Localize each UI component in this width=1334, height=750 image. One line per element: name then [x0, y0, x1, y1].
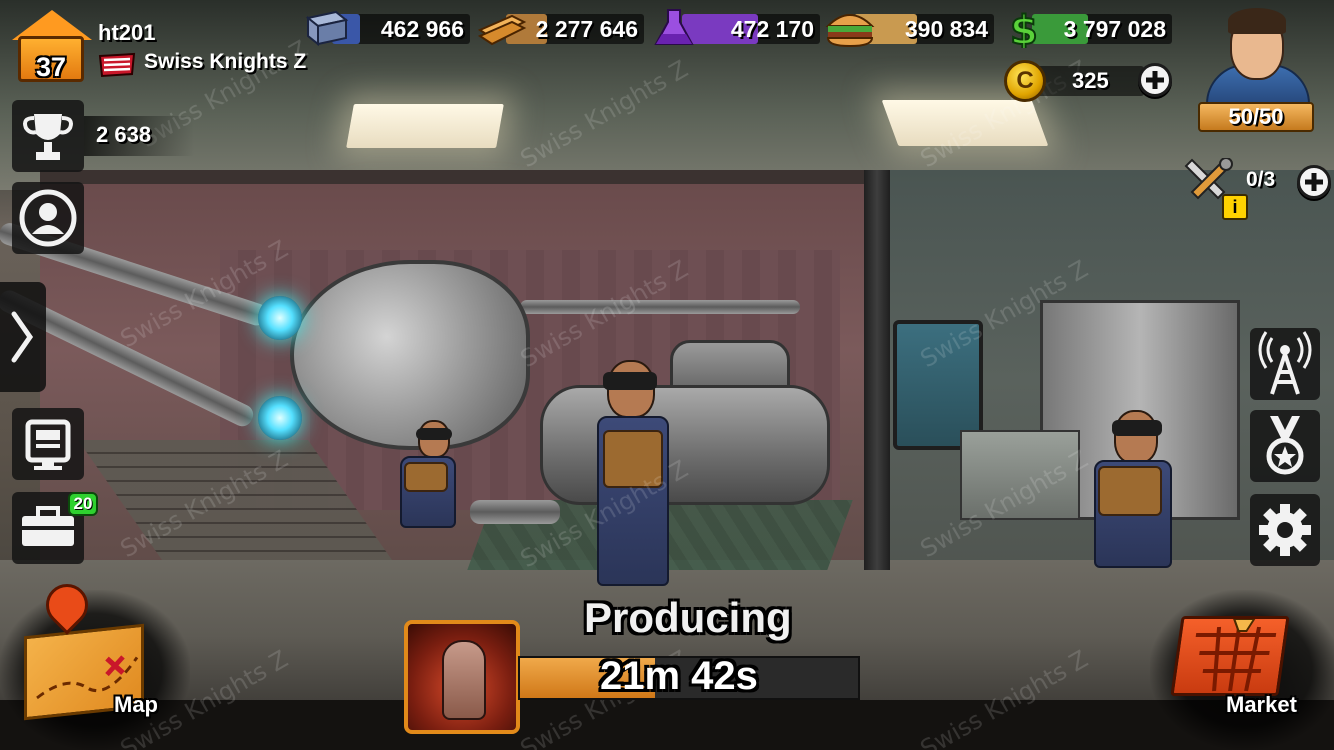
pipe — [470, 500, 560, 524]
production-timer: 21m 42s — [600, 654, 758, 698]
market-label: Market — [1226, 692, 1297, 717]
builders-indicator[interactable]: i 0/3 — [1178, 157, 1318, 220]
worker-sweeping[interactable] — [585, 360, 685, 590]
profile-button[interactable] — [12, 182, 84, 254]
bottom-bar — [0, 700, 1334, 750]
energy-meter: 50/50 — [1198, 102, 1314, 132]
support-pillar — [864, 170, 890, 570]
player-name[interactable]: ht201 — [98, 20, 155, 46]
news-button[interactable] — [12, 408, 84, 480]
worker-kneeling-left[interactable] — [394, 420, 464, 530]
resource-wood-value: 2 277 646 — [535, 16, 638, 42]
resource-steel-value: 462 966 — [380, 16, 464, 42]
gold-coins-value: 325 — [1072, 68, 1109, 93]
player-avatar[interactable] — [1200, 4, 1316, 108]
radio-tower-icon — [1250, 331, 1320, 404]
resource-chemicals[interactable]: 472 170 — [654, 8, 820, 46]
worker-kneeling-right[interactable] — [1082, 410, 1182, 570]
zombie-hand-icon — [442, 640, 486, 720]
gear-icon — [1250, 504, 1320, 570]
inventory-badge: 20 — [68, 492, 98, 516]
settings-button[interactable] — [1250, 494, 1320, 566]
dollar-icon: $ — [1008, 7, 1062, 55]
boiler-tank — [540, 385, 830, 505]
ceiling-light — [881, 100, 1049, 146]
resource-food-value: 390 834 — [904, 16, 988, 42]
map-label: Map — [114, 692, 158, 717]
resource-cash-value: 3 797 028 — [1063, 16, 1166, 42]
flask-icon — [654, 8, 708, 48]
expand-menu-button[interactable] — [0, 282, 46, 392]
wood-planks-icon — [476, 8, 530, 48]
svg-text:$: $ — [1010, 8, 1038, 48]
market-button[interactable]: Market — [1160, 588, 1330, 738]
resource-wood[interactable]: 2 277 646 — [476, 8, 644, 46]
burger-icon — [824, 8, 878, 48]
toolbox-icon — [12, 506, 84, 568]
ceiling-light — [346, 104, 504, 148]
builders-value: 0/3 — [1246, 168, 1276, 191]
resource-chemicals-value: 472 170 — [730, 16, 814, 42]
gold-coin-icon: C — [1004, 60, 1046, 102]
resource-cash[interactable]: $ 3 797 028 — [1008, 7, 1172, 55]
trophies-value: 2 638 — [96, 122, 152, 147]
achievements-button[interactable] — [1250, 410, 1320, 482]
glowing-port — [258, 296, 302, 340]
add-builder-button[interactable] — [1297, 165, 1331, 199]
resource-steel[interactable]: 462 966 — [302, 8, 470, 48]
pipe — [520, 300, 800, 314]
radio-tower-button[interactable] — [1250, 328, 1320, 400]
location-pin-icon — [37, 575, 97, 635]
trophies-button[interactable] — [12, 100, 84, 172]
map-button[interactable]: Map — [6, 575, 176, 730]
medal-icon — [1250, 416, 1320, 486]
steel-beam-icon — [302, 8, 356, 48]
buy-coins-button[interactable] — [1138, 63, 1172, 97]
monitor-icon — [12, 419, 84, 484]
player-level-badge[interactable]: 37 — [10, 10, 92, 82]
trophy-icon — [12, 114, 84, 176]
shopping-cart-icon — [1170, 616, 1290, 696]
glowing-port — [258, 396, 302, 440]
clan-flag-icon — [98, 52, 136, 78]
computer-console — [960, 430, 1080, 520]
production-status: Producing — [584, 594, 792, 641]
production-item[interactable] — [404, 620, 520, 734]
info-icon[interactable]: i — [1222, 194, 1248, 220]
profile-icon — [12, 189, 84, 258]
clan-name[interactable]: Swiss Knights Z — [144, 50, 306, 74]
player-level: 37 — [35, 52, 67, 82]
chevron-right-icon — [0, 311, 46, 396]
resource-food[interactable]: 390 834 — [824, 8, 994, 48]
